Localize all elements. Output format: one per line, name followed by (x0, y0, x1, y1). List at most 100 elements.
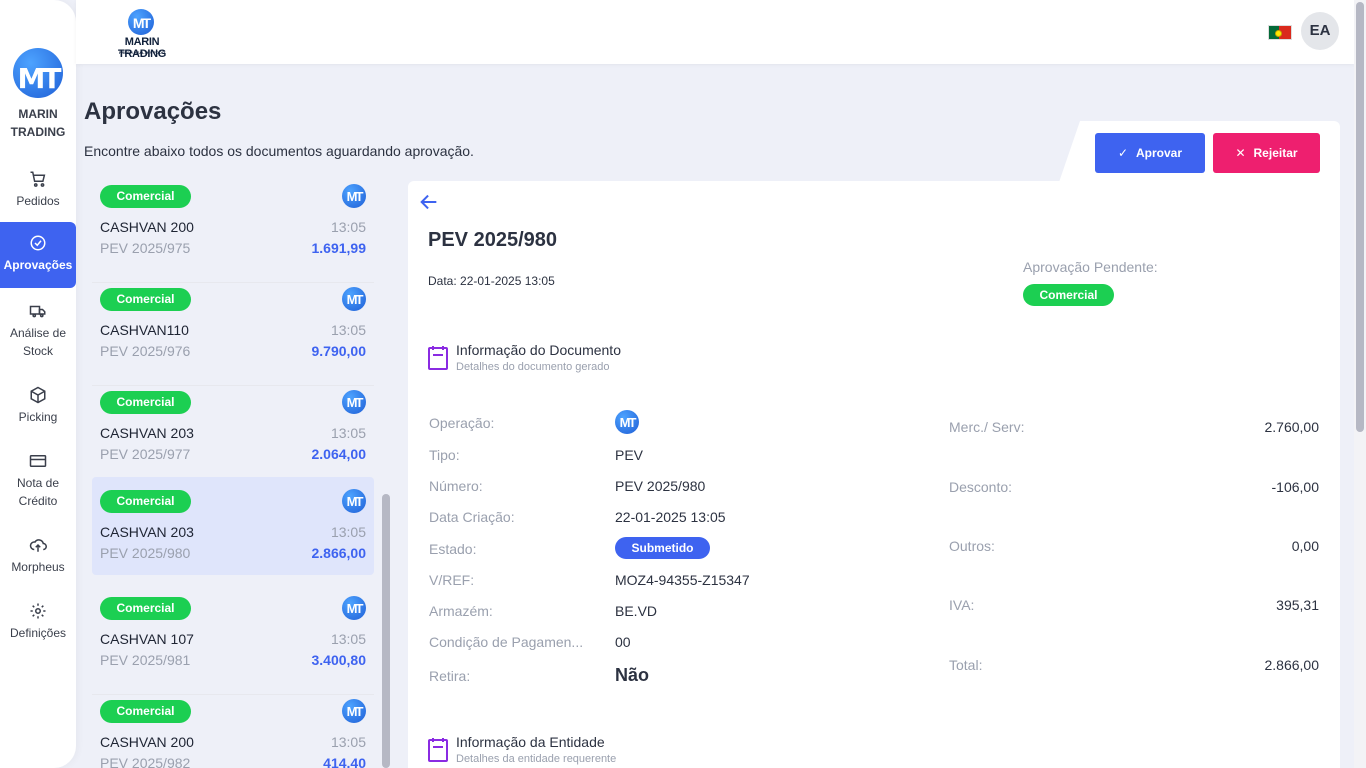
back-arrow-icon[interactable] (418, 191, 440, 213)
sidebar-item-label-line-2: Stock (22, 344, 53, 358)
field-value-condicao-pagamento: 00 (615, 634, 631, 650)
sidebar-item-picking[interactable]: Picking (0, 386, 76, 426)
status-badge: Comercial (100, 597, 191, 620)
item-doc-number: PEV 2025/977 (100, 446, 191, 462)
status-badge: Comercial (100, 391, 191, 414)
list-item-selected[interactable]: Comercial MT CASHVAN 203 13:05 PEV 2025/… (92, 477, 374, 575)
page-scrollbar[interactable] (1354, 0, 1366, 768)
check-icon: ✓ (1117, 146, 1129, 160)
item-amount: 414,40 (323, 755, 366, 768)
item-time: 13:05 (330, 425, 366, 441)
header-logo-name: MARIN TRADING (117, 36, 166, 60)
sidebar-item-aprovacoes[interactable]: Aprovações (0, 222, 76, 288)
sidebar-item-definicoes[interactable]: Definições (0, 602, 76, 642)
document-icon (428, 346, 448, 370)
sidebar-item-label: Análise de (9, 326, 67, 340)
item-name: CASHVAN 107 (100, 631, 194, 647)
cloud-upload-icon (29, 539, 47, 552)
page-subtitle: Encontre abaixo todos os documentos agua… (84, 143, 474, 159)
item-amount: 1.691,99 (311, 240, 367, 256)
total-value-merc-serv: 2.760,00 (1264, 419, 1320, 435)
approve-button-label: Aprovar (1136, 146, 1183, 160)
field-label-vref: V/REF: (429, 572, 475, 588)
total-value-desconto: -106,00 (1271, 479, 1319, 495)
item-name: CASHVAN 203 (100, 425, 194, 441)
sidebar-item-nota-credito[interactable]: Nota de Crédito (0, 452, 76, 510)
total-label-total: Total: (949, 657, 983, 673)
field-label-armazem: Armazém: (429, 603, 493, 619)
brand-name: MARIN TRADING (0, 105, 76, 141)
total-value-outros: 0,00 (1291, 538, 1319, 554)
item-name: CASHVAN 200 (100, 219, 194, 235)
item-amount: 9.790,00 (311, 343, 367, 359)
list-item[interactable]: Comercial MT CASHVAN 200 13:05 PEV 2025/… (92, 181, 374, 283)
document-detail-panel: PEV 2025/980 Data: 22-01-2025 13:05 Apro… (408, 181, 1340, 768)
list-item[interactable]: Comercial MT CASHVAN 107 13:05 PEV 2025/… (92, 593, 374, 695)
document-date: Data: 22-01-2025 13:05 (428, 274, 555, 288)
item-time: 13:05 (330, 524, 366, 540)
truck-icon (29, 305, 46, 318)
list-scrollbar[interactable] (382, 494, 390, 768)
header-logo-tagline: FRESH HEALTHY FOOD (119, 50, 165, 55)
total-label-outros: Outros: (949, 538, 995, 554)
field-label-tipo: Tipo: (429, 447, 460, 463)
operation-logo-icon: MT (342, 489, 366, 513)
field-label-numero: Número: (429, 478, 483, 494)
cart-icon (30, 171, 46, 187)
operation-logo-icon: MT (342, 287, 366, 311)
total-label-desconto: Desconto: (949, 479, 1013, 495)
credit-card-icon (29, 455, 47, 467)
page-scrollbar-thumb[interactable] (1356, 2, 1364, 432)
list-item[interactable]: Comercial MT CASHVAN110 13:05 PEV 2025/9… (92, 284, 374, 386)
sidebar-item-analise-stock[interactable]: Análise de Stock (0, 302, 76, 360)
item-doc-number: PEV 2025/980 (100, 545, 191, 561)
logo-letters: MT (132, 15, 151, 31)
sidebar: MT MARIN TRADING Pedidos Aprovações Anál… (0, 0, 76, 768)
item-time: 13:05 (330, 631, 366, 647)
operation-logo-icon: MT (342, 596, 366, 620)
field-value-armazem: BE.VD (615, 603, 658, 619)
logo-letters: MT (17, 62, 62, 95)
user-avatar[interactable]: EA (1301, 12, 1339, 50)
pending-approval-badge: Comercial (1023, 284, 1114, 306)
field-label-operacao: Operação: (429, 415, 495, 431)
approve-button[interactable]: ✓ Aprovar (1095, 133, 1205, 173)
item-name: CASHVAN 200 (100, 734, 194, 750)
sidebar-item-label: Aprovações (3, 258, 73, 272)
field-label-retira: Retira: (429, 668, 471, 684)
top-bar: MT MARIN TRADING FRESH HEALTHY FOOD EA (76, 0, 1354, 64)
item-amount: 2.866,00 (311, 545, 367, 561)
sidebar-item-label: Morpheus (11, 560, 65, 574)
reject-button-label: Rejeitar (1253, 146, 1298, 160)
item-doc-number: PEV 2025/976 (100, 343, 191, 359)
sidebar-item-morpheus[interactable]: Morpheus (0, 536, 76, 576)
field-label-estado: Estado: (429, 541, 477, 557)
field-label-condicao-pagamento: Condição de Pagamen... (429, 634, 584, 650)
field-value-data-criacao: 22-01-2025 13:05 (615, 509, 726, 525)
item-time: 13:05 (330, 734, 366, 750)
pending-approval-label: Aprovação Pendente: (1023, 259, 1158, 275)
brand-name-line-1: MARIN (18, 107, 58, 121)
status-badge: Comercial (100, 185, 191, 208)
item-time: 13:05 (330, 322, 366, 338)
portugal-flag-icon[interactable] (1268, 25, 1292, 40)
section-title-document: Informação do Documento (456, 342, 621, 358)
item-doc-number: PEV 2025/982 (100, 755, 191, 768)
sidebar-item-pedidos[interactable]: Pedidos (0, 170, 76, 210)
operation-logo-icon: MT (342, 390, 366, 414)
header-logo[interactable]: MT MARIN TRADING FRESH HEALTHY FOOD (100, 9, 184, 60)
gear-icon (30, 603, 46, 619)
list-item[interactable]: Comercial MT CASHVAN 203 13:05 PEV 2025/… (92, 387, 374, 489)
header-logo-mark: MT (128, 9, 154, 35)
status-badge: Comercial (100, 490, 191, 513)
item-amount: 2.064,00 (311, 446, 367, 462)
page-title: Aprovações (84, 98, 222, 125)
total-value-total: 2.866,00 (1264, 657, 1320, 673)
sidebar-item-label: Pedidos (16, 194, 60, 208)
close-icon: ✕ (1235, 146, 1246, 160)
list-item[interactable]: Comercial MT CASHVAN 200 13:05 PEV 2025/… (92, 696, 374, 768)
brand-name-line-2: TRADING (10, 125, 66, 139)
document-icon (428, 738, 448, 762)
field-value-numero: PEV 2025/980 (615, 478, 706, 494)
reject-button[interactable]: ✕ Rejeitar (1213, 133, 1320, 173)
